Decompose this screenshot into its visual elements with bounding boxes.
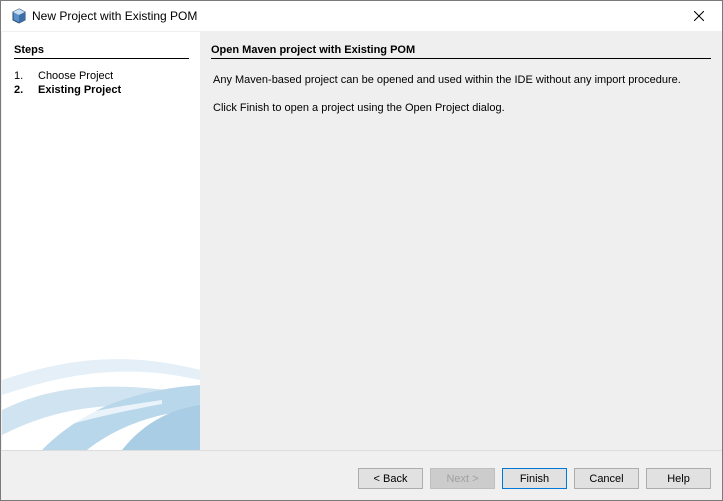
description-text: Any Maven-based project can be opened an… xyxy=(213,74,681,86)
content-heading: Open Maven project with Existing POM xyxy=(211,44,711,59)
instruction-text: Click Finish to open a project using the… xyxy=(213,102,505,114)
netbeans-swoosh-graphic xyxy=(2,359,200,450)
step-number: 1. xyxy=(14,70,24,82)
title-bar[interactable]: New Project with Existing POM xyxy=(1,1,722,31)
window-title: New Project with Existing POM xyxy=(32,9,198,23)
step-label: Choose Project xyxy=(38,70,114,82)
next-button[interactable]: Next > xyxy=(430,468,495,489)
help-button[interactable]: Help xyxy=(646,468,711,489)
wizard-dialog: New Project with Existing POM Steps 1. Ch… xyxy=(0,0,723,501)
step-item-choose-project: 1. Choose Project xyxy=(14,70,113,82)
step-item-existing-project: 2. Existing Project xyxy=(14,84,121,96)
finish-button[interactable]: Finish xyxy=(502,468,567,489)
button-bar: < Back Next > Finish Cancel Help xyxy=(1,451,722,500)
netbeans-cube-icon xyxy=(12,8,26,24)
close-icon xyxy=(694,11,704,21)
step-number: 2. xyxy=(14,84,24,96)
close-button[interactable] xyxy=(676,1,722,31)
back-button[interactable]: < Back xyxy=(358,468,423,489)
steps-panel: Steps 1. Choose Project 2. Existing Projec… xyxy=(2,32,200,450)
step-label: Existing Project xyxy=(38,84,122,96)
steps-heading: Steps xyxy=(14,44,189,59)
content-panel: Open Maven project with Existing POM Any… xyxy=(200,32,722,450)
cancel-button[interactable]: Cancel xyxy=(574,468,639,489)
